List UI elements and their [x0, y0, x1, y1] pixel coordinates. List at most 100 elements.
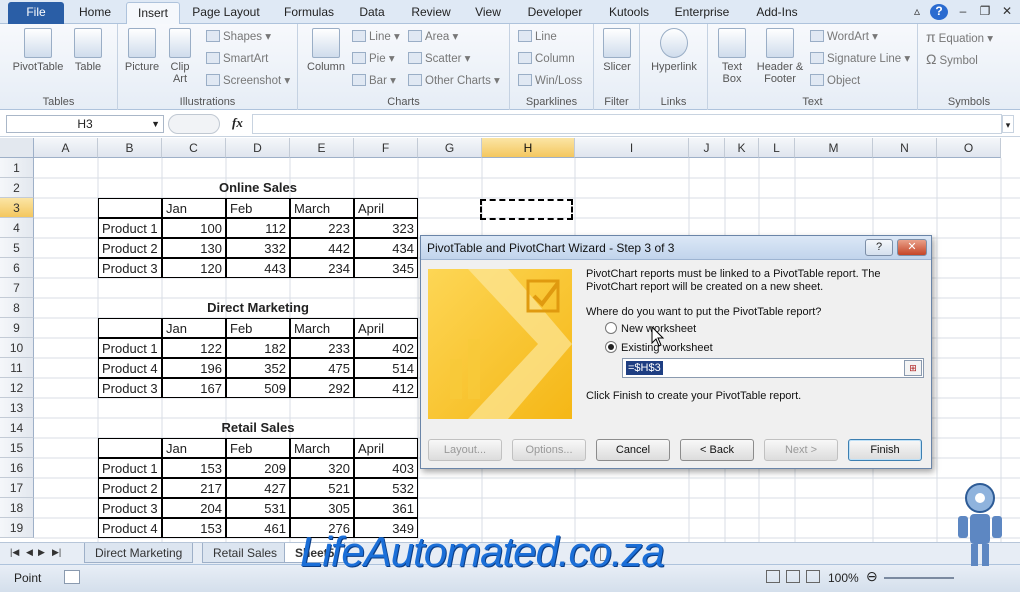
tab-home[interactable]: Home — [70, 2, 120, 24]
product-name-cell[interactable]: Product 3 — [98, 498, 162, 518]
column-chart-button[interactable]: Column — [304, 28, 348, 73]
row-header-12[interactable]: 12 — [0, 378, 34, 398]
row-header-19[interactable]: 19 — [0, 518, 34, 538]
tab-insert[interactable]: Insert — [126, 2, 180, 24]
header-footer-button[interactable]: Header & Footer — [752, 28, 808, 85]
table-header-cell[interactable]: April — [354, 198, 418, 218]
value-cell[interactable]: 402 — [354, 338, 418, 358]
table-header-cell[interactable]: Feb — [226, 318, 290, 338]
product-name-cell[interactable]: Product 2 — [98, 238, 162, 258]
product-name-cell[interactable]: Product 3 — [98, 258, 162, 278]
normal-view-icon[interactable] — [766, 570, 780, 583]
line-chart-button[interactable]: Line ▾ — [352, 28, 400, 46]
row-header-8[interactable]: 8 — [0, 298, 34, 318]
tab-data[interactable]: Data — [350, 2, 394, 24]
help-icon[interactable]: ? — [930, 4, 948, 20]
tab-review[interactable]: Review — [404, 2, 458, 24]
product-name-cell[interactable]: Product 3 — [98, 378, 162, 398]
last-sheet-icon[interactable]: ▶| — [52, 547, 61, 558]
row-header-10[interactable]: 10 — [0, 338, 34, 358]
clipart-button[interactable]: Clip Art — [166, 28, 194, 85]
restore-icon[interactable]: ❐ — [976, 4, 994, 20]
column-header-i[interactable]: I — [575, 138, 689, 158]
value-cell[interactable]: 434 — [354, 238, 418, 258]
prev-sheet-icon[interactable]: ◀ — [26, 547, 33, 558]
row-header-7[interactable]: 7 — [0, 278, 34, 298]
value-cell[interactable]: 443 — [226, 258, 290, 278]
value-cell[interactable]: 427 — [226, 478, 290, 498]
textbox-button[interactable]: Text Box — [712, 28, 752, 85]
column-header-j[interactable]: J — [689, 138, 725, 158]
tab-file[interactable]: File — [8, 2, 64, 24]
screenshot-button[interactable]: Screenshot ▾ — [206, 72, 290, 90]
location-reference-input[interactable]: =$H$3 ⊞ — [622, 358, 924, 378]
minimize-icon[interactable]: – — [954, 4, 972, 20]
bar-chart-button[interactable]: Bar ▾ — [352, 72, 396, 90]
table-header-cell[interactable]: Jan — [162, 318, 226, 338]
row-header-4[interactable]: 4 — [0, 218, 34, 238]
page-layout-view-icon[interactable] — [786, 570, 800, 583]
value-cell[interactable]: 112 — [226, 218, 290, 238]
table-header-cell[interactable] — [98, 198, 162, 218]
value-cell[interactable]: 461 — [226, 518, 290, 538]
macro-record-icon[interactable] — [64, 570, 80, 584]
value-cell[interactable]: 475 — [290, 358, 354, 378]
insert-function-icon[interactable]: fx — [232, 115, 243, 131]
product-name-cell[interactable]: Product 1 — [98, 458, 162, 478]
next-sheet-icon[interactable]: ▶ — [38, 547, 45, 558]
value-cell[interactable]: 233 — [290, 338, 354, 358]
table-title[interactable]: Retail Sales — [98, 418, 418, 438]
product-name-cell[interactable]: Product 1 — [98, 218, 162, 238]
table-header-cell[interactable]: Jan — [162, 198, 226, 218]
value-cell[interactable]: 182 — [226, 338, 290, 358]
value-cell[interactable]: 305 — [290, 498, 354, 518]
sheet-tab-direct-marketing[interactable]: Direct Marketing — [84, 543, 194, 563]
wordart-button[interactable]: WordArt ▾ — [810, 28, 878, 46]
table-header-cell[interactable] — [98, 318, 162, 338]
value-cell[interactable]: 196 — [162, 358, 226, 378]
tab-kutools[interactable]: Kutools — [600, 2, 658, 24]
symbol-button[interactable]: Ω Symbol — [926, 50, 978, 68]
row-header-3[interactable]: 3 — [0, 198, 34, 218]
slicer-button[interactable]: Slicer — [598, 28, 636, 73]
shapes-button[interactable]: Shapes ▾ — [206, 28, 271, 46]
table-header-cell[interactable]: March — [290, 318, 354, 338]
value-cell[interactable]: 292 — [290, 378, 354, 398]
column-header-f[interactable]: F — [354, 138, 418, 158]
table-title[interactable]: Direct Marketing — [98, 298, 418, 318]
next-button[interactable]: Next > — [764, 439, 838, 461]
tab-page-layout[interactable]: Page Layout — [186, 2, 266, 24]
column-header-h[interactable]: H — [482, 138, 575, 158]
value-cell[interactable]: 167 — [162, 378, 226, 398]
chevron-down-icon[interactable]: ▼ — [151, 116, 160, 132]
tab-formulas[interactable]: Formulas — [276, 2, 342, 24]
value-cell[interactable]: 100 — [162, 218, 226, 238]
product-name-cell[interactable]: Product 4 — [98, 518, 162, 538]
value-cell[interactable]: 352 — [226, 358, 290, 378]
page-break-view-icon[interactable] — [806, 570, 820, 583]
table-header-cell[interactable]: Feb — [226, 438, 290, 458]
options-button[interactable]: Options... — [512, 439, 586, 461]
pie-chart-button[interactable]: Pie ▾ — [352, 50, 395, 68]
table-header-cell[interactable] — [98, 438, 162, 458]
value-cell[interactable]: 345 — [354, 258, 418, 278]
row-header-17[interactable]: 17 — [0, 478, 34, 498]
row-header-9[interactable]: 9 — [0, 318, 34, 338]
radio-new-worksheet[interactable] — [605, 322, 617, 334]
value-cell[interactable]: 332 — [226, 238, 290, 258]
sparkline-line-button[interactable]: Line — [518, 28, 557, 46]
equation-button[interactable]: π Equation ▾ — [926, 28, 993, 46]
dialog-help-button[interactable]: ? — [865, 239, 893, 256]
table-header-cell[interactable]: April — [354, 318, 418, 338]
formula-cancel-enter-buttons[interactable] — [168, 114, 220, 134]
sheet-tab-retail-sales[interactable]: Retail Sales — [202, 543, 289, 563]
sparkline-winloss-button[interactable]: Win/Loss — [518, 72, 582, 90]
table-header-cell[interactable]: April — [354, 438, 418, 458]
cancel-button[interactable]: Cancel — [596, 439, 670, 461]
value-cell[interactable]: 532 — [354, 478, 418, 498]
value-cell[interactable]: 323 — [354, 218, 418, 238]
pivottable-button[interactable]: PivotTable — [10, 28, 66, 73]
other-charts-button[interactable]: Other Charts ▾ — [408, 72, 500, 90]
tab-add-ins[interactable]: Add-Ins — [750, 2, 804, 24]
expand-formula-bar-icon[interactable]: ▾ — [1002, 115, 1014, 133]
